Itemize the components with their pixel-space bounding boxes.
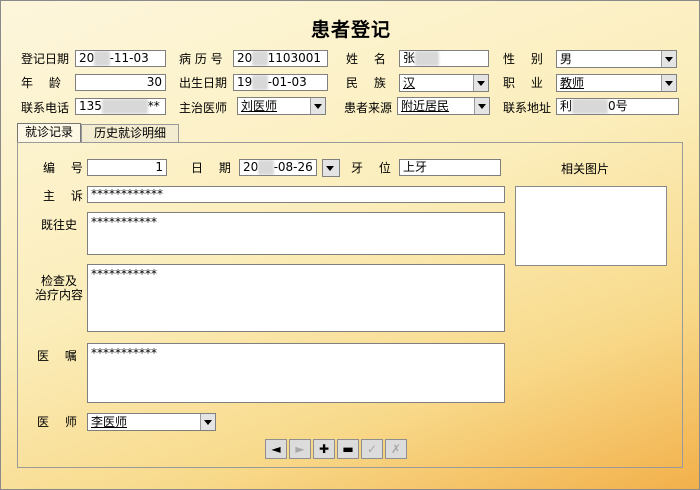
nation-select[interactable]: 汉 (399, 74, 489, 92)
related-images-label: 相关图片 (561, 162, 610, 176)
phone-label: 联系电话 (21, 101, 70, 115)
calendar-dropdown-icon[interactable] (323, 160, 339, 176)
confirm-button[interactable]: ✓ (361, 439, 383, 459)
physician-select[interactable]: 李医师 (87, 413, 216, 431)
tooth-label: 牙 位 (351, 161, 391, 175)
visit-no-label: 编 号 (43, 161, 83, 175)
record-no-prefix: 20 (237, 51, 253, 65)
birth-redacted: 00 (252, 75, 268, 90)
phone-field[interactable]: 135000000** (75, 98, 166, 115)
birth-rest: -01-03 (267, 75, 307, 89)
history-textarea[interactable]: *********** (87, 212, 505, 255)
exam-treatment-textarea[interactable]: *********** (87, 264, 505, 332)
visit-no-field[interactable]: 1 (87, 159, 167, 176)
reg-date-label: 登记日期 (21, 52, 70, 66)
visit-date-field[interactable]: 2000-08-26 (239, 159, 317, 176)
name-label: 姓 名 (346, 52, 386, 66)
gender-value: 男 (560, 52, 573, 66)
record-no-label: 病 历 号 (179, 52, 223, 66)
attending-doctor-select[interactable]: 刘医师 (237, 97, 326, 115)
reg-date-redacted: 00 (94, 51, 110, 66)
gender-label: 性 别 (503, 52, 543, 66)
address-suffix: 0号 (608, 99, 628, 113)
complaint-label: 主 诉 (43, 189, 83, 203)
gender-select[interactable]: 男 (556, 50, 677, 68)
reg-date-field[interactable]: 2000-11-03 (75, 50, 166, 67)
nation-dropdown-icon[interactable] (473, 75, 488, 91)
phone-redacted: 000000 (101, 99, 148, 114)
age-label: 年 龄 (21, 76, 61, 90)
physician-label: 医 师 (37, 415, 77, 429)
visit-date-redacted: 00 (258, 160, 274, 175)
related-images-box[interactable] (515, 186, 667, 266)
nation-value: 汉 (401, 75, 418, 91)
birth-date-field[interactable]: 1900-01-03 (233, 74, 328, 91)
record-no-field[interactable]: 20001103001 (233, 50, 328, 67)
job-label: 职 业 (503, 76, 543, 90)
history-label: 既往史 (41, 218, 78, 232)
patient-source-select[interactable]: 附近居民 (397, 97, 490, 115)
source-dropdown-icon[interactable] (474, 98, 489, 114)
source-label: 患者来源 (344, 101, 393, 115)
reg-date-year: 20 (79, 51, 95, 65)
birth-label: 出生日期 (179, 76, 228, 90)
exam-label-line2: 治疗内容 (35, 288, 84, 302)
visit-date-rest: -08-26 (273, 160, 313, 174)
complaint-field[interactable]: ************ (87, 186, 505, 203)
source-value: 附近居民 (399, 98, 452, 114)
birth-prefix: 19 (237, 75, 253, 89)
visit-date-prefix: 20 (243, 160, 259, 174)
phone-prefix: 135 (79, 99, 102, 113)
address-redacted: 用某某 (572, 99, 609, 114)
advice-label: 医 嘱 (37, 349, 77, 363)
address-label: 联系地址 (503, 101, 552, 115)
physician-dropdown-icon[interactable] (200, 414, 215, 430)
visit-date-label: 日 期 (191, 161, 231, 175)
visit-date-picker[interactable] (322, 159, 340, 177)
job-value: 教师 (558, 75, 587, 91)
job-select[interactable]: 教师 (556, 74, 677, 92)
phone-suffix: ** (147, 99, 160, 113)
reg-date-rest: -11-03 (109, 51, 149, 65)
record-no-rest: 1103001 (267, 51, 322, 65)
tab-visit-history[interactable]: 历史就诊明细 (81, 124, 179, 142)
name-redacted: 某某 (415, 51, 440, 66)
tooth-position-field[interactable]: 上牙 (399, 159, 501, 176)
record-no-redacted: 00 (252, 51, 268, 66)
address-field[interactable]: 利用某某0号 (556, 98, 679, 115)
add-record-button[interactable]: ✚ (313, 439, 335, 459)
delete-record-button[interactable]: ▬ (337, 439, 359, 459)
cancel-button[interactable]: ✗ (385, 439, 407, 459)
page-title: 患者登记 (310, 19, 391, 41)
job-dropdown-icon[interactable] (661, 75, 676, 91)
gender-dropdown-icon[interactable] (661, 51, 676, 67)
medical-advice-textarea[interactable]: *********** (87, 343, 505, 403)
name-prefix: 张 (403, 51, 416, 65)
next-record-button[interactable]: ► (289, 439, 311, 459)
age-field[interactable]: 30 (75, 74, 166, 91)
doctor-dropdown-icon[interactable] (310, 98, 325, 114)
prev-record-button[interactable]: ◄ (265, 439, 287, 459)
nation-label: 民 族 (346, 76, 386, 90)
address-prefix: 利 (560, 99, 573, 113)
patient-registration-window: 患者登记 登记日期 2000-11-03 病 历 号 20001103001 姓… (0, 0, 700, 490)
name-field[interactable]: 张某某 (399, 50, 489, 67)
physician-value: 李医师 (89, 414, 130, 430)
tab-visit-record[interactable]: 就诊记录 (17, 123, 81, 143)
doctor-value: 刘医师 (239, 98, 280, 114)
doctor-label: 主治医师 (179, 101, 228, 115)
